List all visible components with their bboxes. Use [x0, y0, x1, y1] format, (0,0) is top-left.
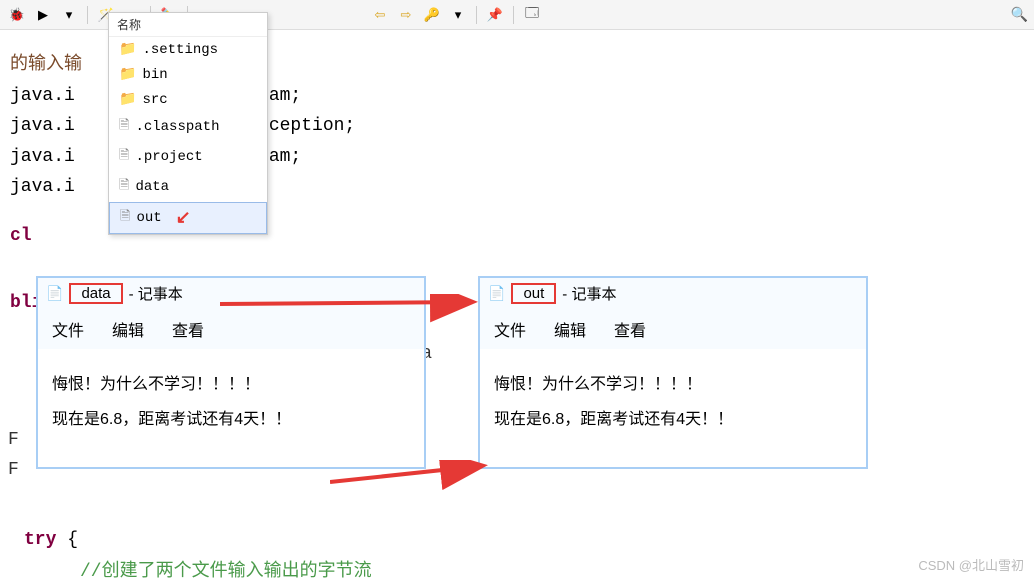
item-label: .classpath — [135, 119, 219, 135]
notepad-title-suffix: - 记事本 — [129, 283, 183, 304]
folder-icon: 📁 — [119, 41, 136, 58]
file-icon: 🗎 — [119, 176, 129, 198]
notepad-filename: out — [511, 283, 556, 304]
item-label: .project — [135, 149, 202, 165]
notepad-line: 悔恨！为什么不学习！！！！ — [494, 367, 852, 402]
code-behind: F — [8, 460, 19, 480]
separator — [87, 6, 88, 24]
forward-icon[interactable]: ⇨ — [395, 4, 417, 26]
folder-icon: 📁 — [119, 91, 136, 108]
debug-icon[interactable]: 🐞 — [6, 4, 28, 26]
dropdown-item-bin[interactable]: 📁 bin — [109, 62, 267, 87]
folder-icon: 📁 — [119, 66, 136, 83]
menu-view[interactable]: 查看 — [172, 317, 204, 341]
dropdown-item-project[interactable]: 🗎 .project — [109, 142, 267, 172]
dropdown-item-src[interactable]: 📁 src — [109, 87, 267, 112]
dropdown-item-settings[interactable]: 📁 .settings — [109, 37, 267, 62]
menu-edit[interactable]: 编辑 — [554, 317, 586, 341]
dropdown-header: 名称 — [109, 13, 267, 37]
item-label: .settings — [142, 42, 218, 58]
search-icon[interactable]: 🔍 — [1011, 6, 1028, 23]
item-label: src — [142, 92, 167, 108]
watermark: CSDN @北山雪初 — [918, 555, 1024, 574]
separator — [513, 6, 514, 24]
file-icon: 🗎 — [120, 207, 130, 229]
code-try: try { — [24, 530, 78, 550]
new-window-icon[interactable]: 🗔 — [521, 4, 543, 26]
notepad-icon: 📄 — [488, 285, 505, 302]
dropdown-item-out[interactable]: 🗎 out ↙ — [109, 202, 267, 234]
notepad-line: 悔恨！为什么不学习！！！！ — [52, 367, 410, 402]
notepad-menu: 文件 编辑 查看 — [480, 309, 866, 349]
notepad-body[interactable]: 悔恨！为什么不学习！！！！ 现在是6.8，距离考试还有4天！！ — [480, 349, 866, 467]
menu-file[interactable]: 文件 — [52, 317, 84, 341]
item-label: out — [136, 210, 161, 226]
dropdown-arrow-icon[interactable]: ▾ — [58, 4, 80, 26]
code-comment: //创建了两个文件输入输出的字节流 — [80, 556, 372, 582]
notepad-filename: data — [69, 283, 122, 304]
notepad-titlebar: 📄 out - 记事本 — [480, 278, 866, 309]
run-icon[interactable]: ▶ — [32, 4, 54, 26]
notepad-line: 现在是6.8，距离考试还有4天！！ — [52, 402, 410, 437]
pin-icon[interactable]: 📌 — [484, 4, 506, 26]
file-dropdown: 名称 📁 .settings 📁 bin 📁 src 🗎 .classpath … — [108, 12, 268, 235]
red-arrow-icon — [220, 294, 480, 324]
file-icon: 🗎 — [119, 146, 129, 168]
notepad-out: 📄 out - 记事本 文件 编辑 查看 悔恨！为什么不学习！！！！ 现在是6.… — [478, 276, 868, 469]
item-label: bin — [142, 67, 167, 83]
notepad-icon: 📄 — [46, 285, 63, 302]
red-arrow-icon — [330, 460, 490, 490]
menu-view[interactable]: 查看 — [614, 317, 646, 341]
dropdown-item-classpath[interactable]: 🗎 .classpath — [109, 112, 267, 142]
menu-file[interactable]: 文件 — [494, 317, 526, 341]
file-icon: 🗎 — [119, 116, 129, 138]
code-behind: F — [8, 430, 19, 450]
notepad-line: 现在是6.8，距离考试还有4天！！ — [494, 402, 852, 437]
notepad-title-suffix: - 记事本 — [562, 283, 616, 304]
menu-edit[interactable]: 编辑 — [112, 317, 144, 341]
key-icon[interactable]: 🔑 — [421, 4, 443, 26]
back-icon[interactable]: ⇦ — [369, 4, 391, 26]
arrow-marker-icon: ↙ — [176, 207, 191, 229]
item-label: data — [135, 179, 169, 195]
dropdown-arrow-icon[interactable]: ▾ — [447, 4, 469, 26]
dropdown-item-data[interactable]: 🗎 data — [109, 172, 267, 202]
notepad-body[interactable]: 悔恨！为什么不学习！！！！ 现在是6.8，距离考试还有4天！！ — [38, 349, 424, 467]
separator — [476, 6, 477, 24]
